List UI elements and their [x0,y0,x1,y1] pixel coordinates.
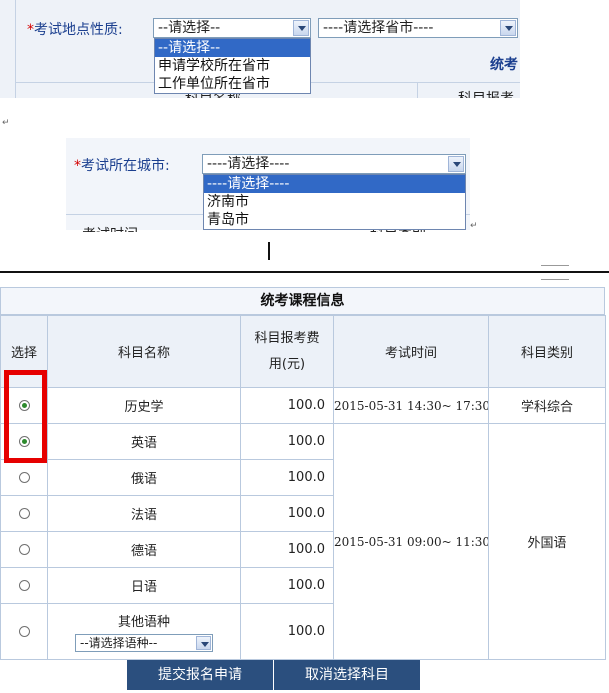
select-value: --请选择语种-- [80,636,158,650]
select-cell [0,567,48,604]
exam-location-dropdown: --请选择-- 申请学校所在省市 工作单位所在省市 [154,38,311,94]
select-cell [0,531,48,568]
dropdown-option[interactable]: 青岛市 [204,211,465,229]
submit-application-button[interactable]: 提交报名申请 [127,660,273,690]
subject-name: 俄语 [47,459,241,496]
label-text: 考试地点性质: [34,22,123,38]
subject-radio[interactable] [18,626,30,637]
chevron-down-icon[interactable] [448,156,464,172]
fee-value: 100.0 [240,567,334,604]
divider [15,0,16,98]
select-value: ----请选择省市---- [323,20,434,36]
select-cell [0,603,48,660]
select-cell [0,495,48,532]
page-edge-mark [541,265,569,266]
subject-name-cell: 其他语种 --请选择语种-- [47,603,241,660]
fee-value: 100.0 [240,423,334,460]
page-edge-mark [541,279,569,280]
text-cursor [268,242,270,260]
dropdown-option[interactable]: 济南市 [204,193,465,211]
chevron-down-icon[interactable] [196,636,211,650]
subject-name: 德语 [47,531,241,568]
subject-name: 日语 [47,567,241,604]
fee-value: 100.0 [240,495,334,532]
section-separator [0,271,609,273]
fee-value: 100.0 [240,459,334,496]
exam-location-select[interactable]: --请选择-- [153,18,311,38]
label-text: 考试所在城市: [81,158,170,174]
subject-radio[interactable] [18,544,30,555]
subject-name: 英语 [47,423,241,460]
fee-value: 100.0 [240,603,334,660]
exam-city-dropdown: ----请选择---- 济南市 青岛市 [203,174,466,230]
select-value: --请选择-- [158,20,221,36]
subject-category: 外国语 [488,423,606,660]
exam-time: 2015-05-31 14:30~ 17:30 [333,387,489,424]
province-select[interactable]: ----请选择省市---- [318,18,518,38]
exam-city-label: *考试所在城市: [74,155,170,175]
column-header: 考试时间 [333,315,489,388]
required-mark: * [74,158,81,174]
subject-name: 历史学 [47,387,241,424]
course-table: 选择 科目名称 科目报考费 用(元) 考试时间 科目类别 历史学 100.0 2… [0,315,606,660]
select-value: ----请选择---- [207,156,290,172]
fee-value: 100.0 [240,531,334,568]
table-row: 英语 100.0 2015-05-31 09:00~ 11:30 外国语 [0,423,606,660]
subject-name: 其他语种 [117,615,170,630]
chevron-down-icon[interactable] [293,20,309,36]
paragraph-mark: ↵ [2,118,10,128]
exam-time: 2015-05-31 09:00~ 11:30 [333,423,489,660]
table-header-row: 选择 科目名称 科目报考费 用(元) 考试时间 科目类别 [0,315,606,388]
header-text: 用(元) [268,356,306,372]
table-title: 统考课程信息 [0,287,605,315]
subject-radio[interactable] [18,472,30,483]
select-cell [0,459,48,496]
fee-value: 100.0 [240,387,334,424]
exam-location-label: *考试地点性质: [27,19,123,39]
divider [417,82,418,98]
dropdown-option[interactable]: --请选择-- [155,39,310,57]
dropdown-option[interactable]: ----请选择---- [204,175,465,193]
subject-radio[interactable] [18,580,30,591]
partial-column-text: 考试时间 [82,224,138,232]
partial-column-text: 科目报考 [458,88,514,98]
paragraph-mark: ↵ [470,221,478,231]
table-row: 历史学 100.0 2015-05-31 14:30~ 17:30 学科综合 [0,387,606,424]
subject-radio[interactable] [18,508,30,519]
dropdown-option[interactable]: 工作单位所在省市 [155,75,310,93]
language-select[interactable]: --请选择语种-- [75,634,213,652]
chevron-down-icon[interactable] [500,20,516,36]
subject-category: 学科综合 [488,387,606,424]
column-header: 科目类别 [488,315,606,388]
column-header: 科目名称 [47,315,241,388]
required-mark: * [27,22,34,38]
cancel-selection-button[interactable]: 取消选择科目 [274,660,420,690]
dropdown-option[interactable]: 申请学校所在省市 [155,57,310,75]
partial-header-text: 统考 [490,57,518,73]
highlight-box [4,370,47,463]
header-text: 科目报考费 [254,330,320,346]
column-header-fee: 科目报考费 用(元) [240,315,334,388]
exam-city-select[interactable]: ----请选择---- [202,154,466,174]
subject-name: 法语 [47,495,241,532]
